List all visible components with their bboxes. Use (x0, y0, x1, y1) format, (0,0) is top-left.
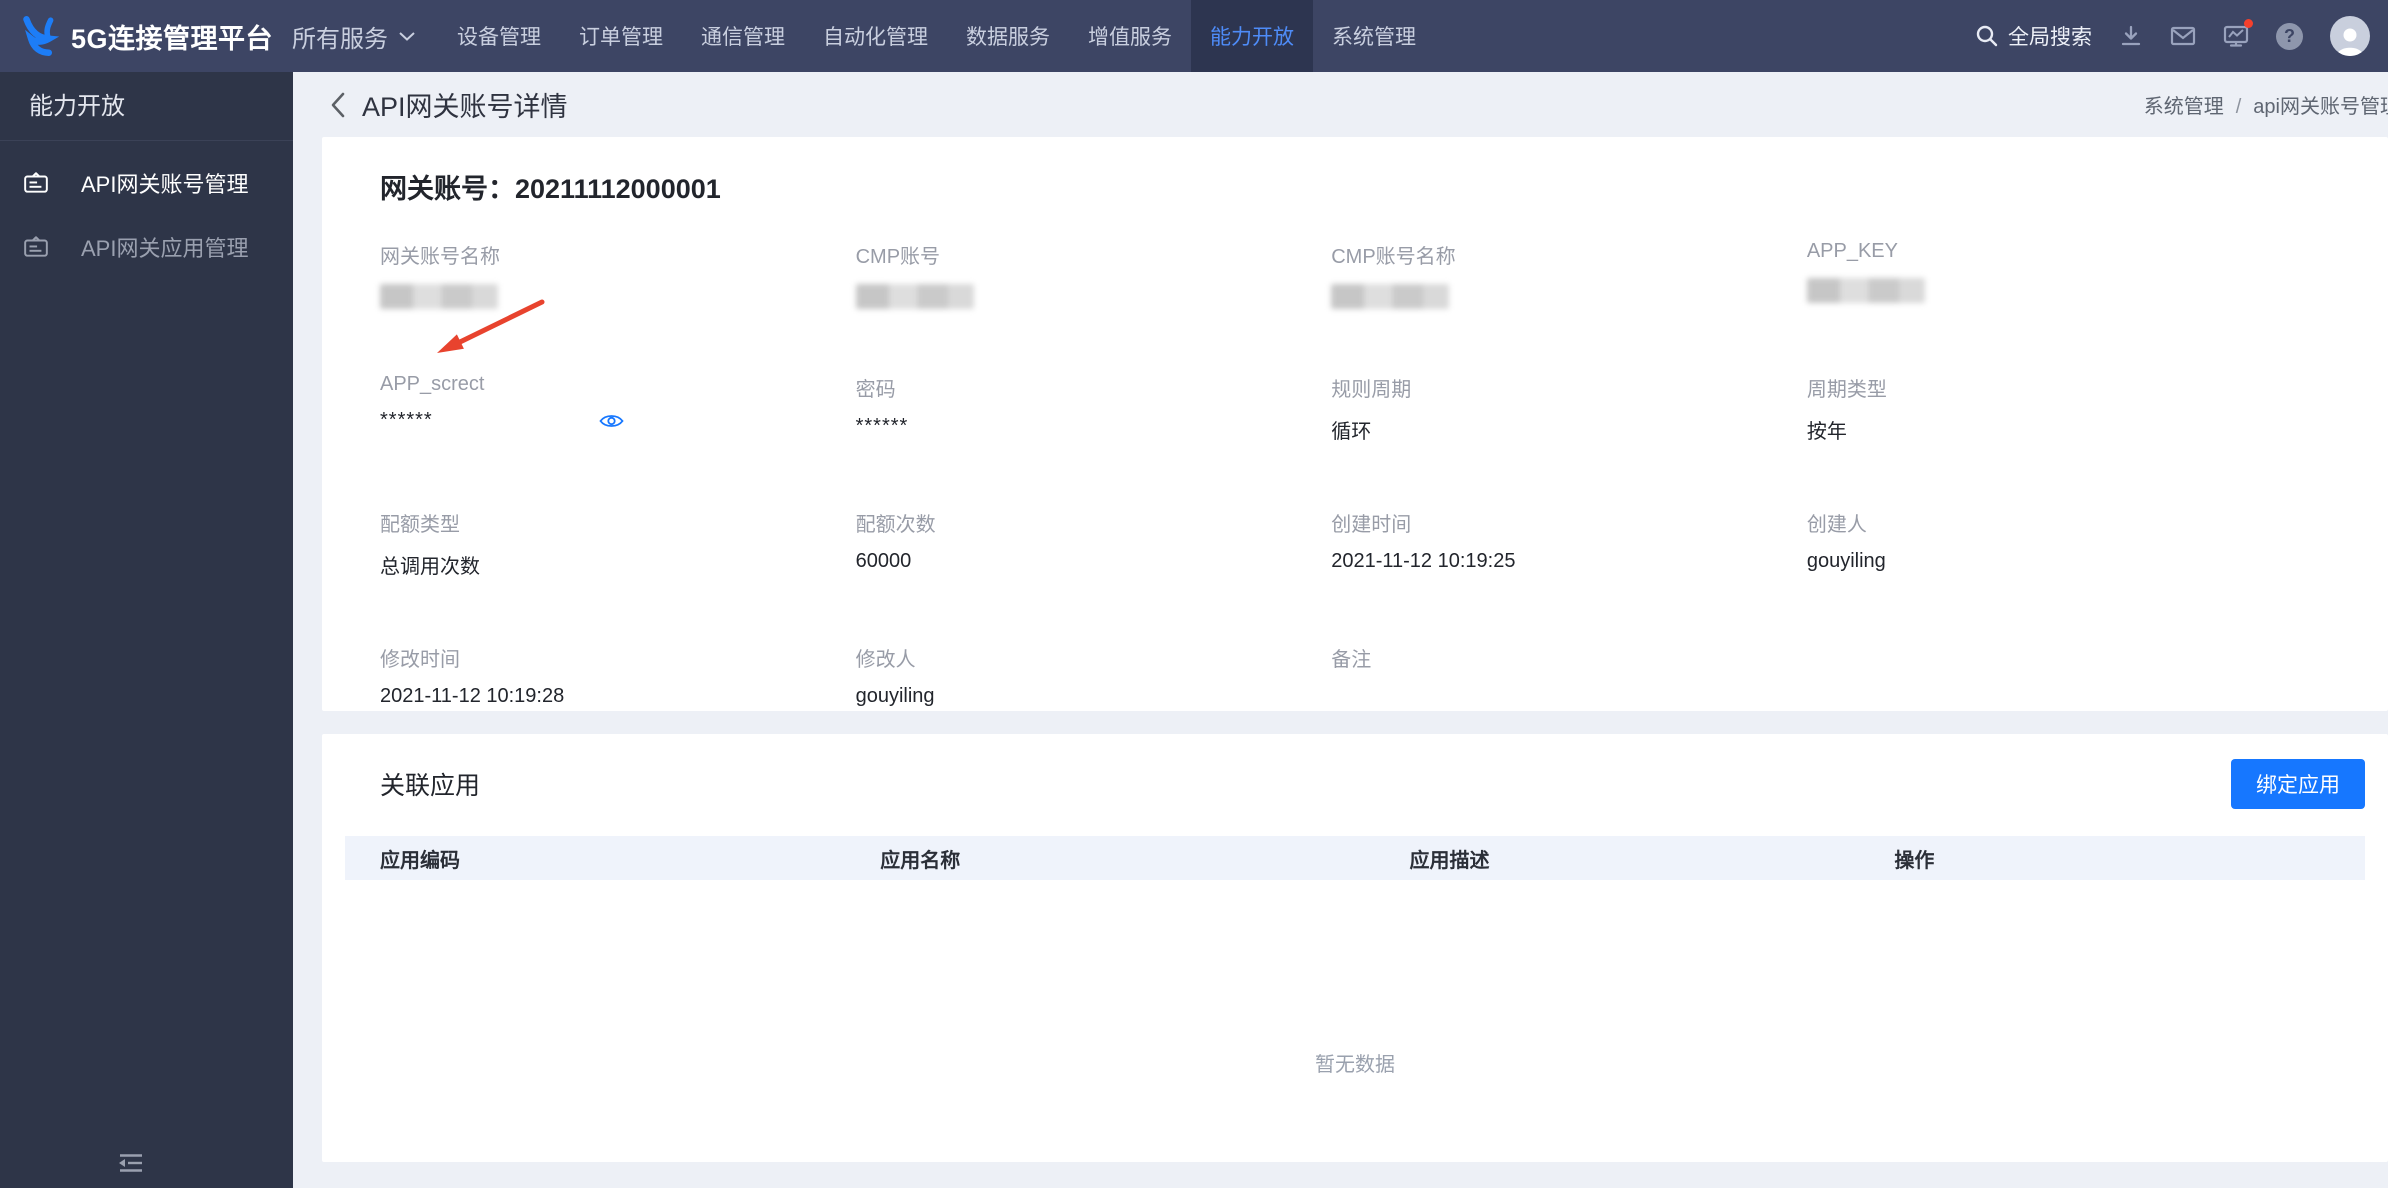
sidebar-item-api-gateway-app-mgmt[interactable]: API网关应用管理 (0, 215, 293, 279)
sidebar-item-api-gateway-account-mgmt[interactable]: API网关账号管理 (0, 151, 293, 215)
masked-password-value: ****** (855, 415, 909, 437)
help-icon[interactable]: ? (2276, 22, 2303, 50)
redacted-value (1331, 284, 1450, 309)
field-creator: 创建人 gouyiling (1806, 514, 1886, 572)
field-cmp-account: CMP账号 (855, 240, 1332, 309)
field-app-key: APP_KEY (1806, 240, 2330, 309)
field-rule-period: 规则周期 循环 (1331, 379, 1412, 443)
badge-icon (23, 170, 49, 196)
related-apps-card: 关联应用 绑定应用 应用编码 应用名称 应用描述 操作 暂无数据 (322, 734, 2388, 1162)
field-password: 密码 ****** (855, 379, 909, 437)
nav-item-automation-mgmt[interactable]: 自动化管理 (804, 0, 947, 72)
mail-icon[interactable] (2170, 25, 2196, 47)
monitor-icon[interactable] (2223, 19, 2253, 48)
nav-item-all-services[interactable]: 所有服务 (273, 0, 438, 72)
apps-table-header: 应用编码 应用名称 应用描述 操作 (345, 836, 2365, 880)
topnav-actions: 全局搜索 ? (1975, 0, 2388, 72)
column-header-app-code: 应用编码 (380, 849, 460, 872)
nav-item-capability-open[interactable]: 能力开放 (1191, 0, 1313, 72)
user-icon (2337, 28, 2363, 56)
related-apps-title: 关联应用 (380, 772, 481, 800)
page-title: API网关账号详情 (329, 85, 568, 124)
column-header-app-name: 应用名称 (880, 849, 961, 872)
bind-app-button[interactable]: 绑定应用 (2231, 759, 2365, 809)
empty-state-text: 暂无数据 (1315, 1054, 1395, 1076)
notification-dot (2244, 19, 2253, 28)
card-title: 网关账号：20211112000001 (380, 167, 2330, 206)
nav-item-comm-mgmt[interactable]: 通信管理 (682, 0, 804, 72)
sidebar-menu: API网关账号管理 API网关应用管理 (0, 141, 293, 279)
field-cmp-account-name: CMP账号名称 (1331, 240, 1807, 309)
breadcrumb: 系统管理 / api网关账号管理 (2144, 90, 2388, 119)
telecom-logo-icon (23, 16, 59, 56)
main-content: API网关账号详情 系统管理 / api网关账号管理 网关账号：2021111200… (293, 72, 2388, 1188)
field-quota-count: 配额次数 60000 (855, 514, 936, 572)
main-nav: 所有服务 设备管理 订单管理 通信管理 自动化管理 数据服务 增值服务 能力开放… (273, 0, 1435, 72)
field-quota-type: 配额类型 总调用次数 (380, 514, 480, 578)
top-navbar: 5G连接管理平台 所有服务 设备管理 订单管理 通信管理 自动化管理 数据服务 … (0, 0, 2388, 72)
breadcrumb-separator: / (2235, 96, 2242, 118)
redacted-value (1806, 278, 1925, 303)
sidebar-item-label: API网关账号管理 (81, 172, 249, 197)
field-modifier: 修改人 gouyiling (855, 649, 935, 707)
chevron-left-icon (331, 92, 345, 117)
gateway-account-detail-card: 网关账号：20211112000001 网关账号名称 CMP账号 CMP账号名称… (322, 137, 2388, 711)
nav-item-system-mgmt[interactable]: 系统管理 (1313, 0, 1435, 72)
sidebar-item-label: API网关应用管理 (81, 236, 249, 261)
nav-item-order-mgmt[interactable]: 订单管理 (560, 0, 682, 72)
column-header-actions: 操作 (1894, 849, 1935, 872)
gateway-account-number: 20211112000001 (515, 174, 721, 204)
field-modify-time: 修改时间 2021-11-12 10:19:28 (380, 649, 565, 707)
back-button[interactable] (329, 91, 347, 119)
masked-secret-value: ****** (380, 409, 433, 431)
global-search-button[interactable]: 全局搜索 (1975, 21, 2092, 51)
redacted-value (855, 284, 974, 309)
nav-label: 所有服务 (292, 25, 388, 53)
detail-field-grid: 网关账号名称 CMP账号 CMP账号名称 APP_KEY APP_screct (380, 240, 2330, 708)
gateway-account-label: 网关账号： (380, 174, 515, 204)
sidebar: 能力开放 API网关账号管理 API网关应用管理 (0, 72, 293, 1188)
download-icon[interactable] (2119, 24, 2143, 48)
badge-icon (23, 234, 49, 260)
field-app-secret: APP_screct ****** (380, 373, 856, 444)
breadcrumb-system-mgmt[interactable]: 系统管理 (2144, 96, 2224, 118)
column-header-app-desc: 应用描述 (1409, 849, 1490, 872)
field-create-time: 创建时间 2021-11-12 10:19:25 (1331, 514, 1516, 572)
field-gateway-account-name: 网关账号名称 (380, 240, 856, 309)
sidebar-title: 能力开放 (0, 72, 293, 141)
related-apps-header: 关联应用 绑定应用 (345, 756, 2365, 836)
app-logo: 5G连接管理平台 (0, 0, 273, 72)
avatar[interactable] (2330, 16, 2370, 56)
global-search-label: 全局搜索 (2008, 26, 2092, 49)
field-remark: 备注 (1331, 649, 1372, 671)
menu-fold-icon[interactable] (118, 1151, 144, 1175)
breadcrumb-api-gateway-account-mgmt[interactable]: api网关账号管理 (2253, 96, 2388, 118)
page-header: API网关账号详情 系统管理 / api网关账号管理 (293, 72, 2388, 137)
chevron-down-icon (399, 31, 415, 41)
field-period-type: 周期类型 按年 (1806, 379, 1887, 443)
page-title-text: API网关账号详情 (362, 92, 568, 122)
nav-item-device-mgmt[interactable]: 设备管理 (438, 0, 560, 72)
nav-item-data-service[interactable]: 数据服务 (947, 0, 1069, 72)
nav-item-value-added-service[interactable]: 增值服务 (1069, 0, 1191, 72)
search-icon (1976, 25, 1998, 47)
redacted-value (380, 284, 498, 309)
app-title: 5G连接管理平台 (70, 23, 273, 54)
eye-icon[interactable] (599, 412, 624, 430)
